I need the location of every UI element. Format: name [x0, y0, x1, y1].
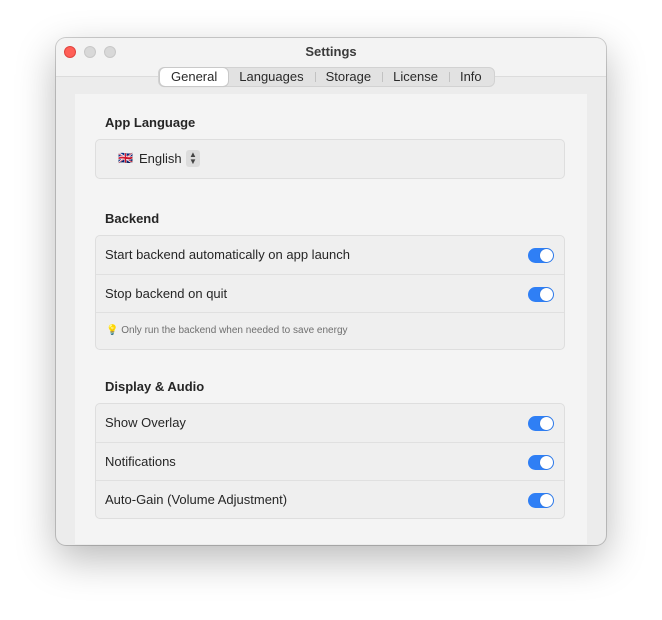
tab-languages[interactable]: Languages — [228, 68, 314, 86]
window-title: Settings — [305, 44, 357, 59]
language-selected-value: English — [139, 151, 182, 166]
uk-flag-icon: 🇬🇧 — [118, 151, 133, 165]
start-backend-label: Start backend automatically on app launc… — [105, 247, 350, 262]
tab-info[interactable]: Info — [448, 68, 493, 86]
general-pane: App Language 🇬🇧 English ▲ ▼ Backend Start… — [75, 94, 587, 544]
backend-heading: Backend — [105, 211, 160, 226]
lightbulb-icon: 💡 — [106, 325, 119, 336]
show-overlay-toggle[interactable] — [528, 416, 554, 431]
auto-gain-row: Auto-Gain (Volume Adjustment) — [96, 480, 564, 518]
language-picker[interactable]: 🇬🇧 English ▲ ▼ — [96, 140, 564, 178]
show-overlay-label: Show Overlay — [105, 415, 186, 430]
stop-backend-toggle[interactable] — [528, 287, 554, 302]
settings-window: Settings General Languages Storage Licen… — [56, 38, 606, 545]
display-audio-group: Show Overlay Notifications Auto-Gain (Vo… — [95, 403, 565, 519]
backend-hint: 💡 Only run the backend when needed to sa… — [106, 325, 348, 336]
title-bar: Settings — [56, 38, 606, 66]
auto-gain-label: Auto-Gain (Volume Adjustment) — [105, 492, 288, 507]
app-language-group: 🇬🇧 English ▲ ▼ — [95, 139, 565, 179]
settings-tabs: General Languages Storage License Info — [158, 67, 495, 87]
backend-group: Start backend automatically on app launc… — [95, 235, 565, 350]
backend-hint-row: 💡 Only run the backend when needed to sa… — [96, 312, 564, 349]
tab-license[interactable]: License — [382, 68, 449, 86]
tab-storage[interactable]: Storage — [314, 68, 383, 86]
tab-general[interactable]: General — [160, 68, 229, 86]
app-language-heading: App Language — [105, 115, 196, 130]
notifications-label: Notifications — [105, 454, 176, 469]
start-backend-row: Start backend automatically on app launc… — [96, 236, 564, 274]
show-overlay-row: Show Overlay — [96, 404, 564, 442]
up-down-chevron-icon[interactable]: ▲ ▼ — [186, 150, 200, 167]
backend-hint-text: Only run the backend when needed to save… — [121, 325, 348, 336]
start-backend-toggle[interactable] — [528, 248, 554, 263]
auto-gain-toggle[interactable] — [528, 493, 554, 508]
stop-backend-label: Stop backend on quit — [105, 286, 228, 301]
display-audio-heading: Display & Audio — [105, 379, 205, 394]
stop-backend-row: Stop backend on quit — [96, 274, 564, 312]
notifications-row: Notifications — [96, 442, 564, 480]
notifications-toggle[interactable] — [528, 455, 554, 470]
